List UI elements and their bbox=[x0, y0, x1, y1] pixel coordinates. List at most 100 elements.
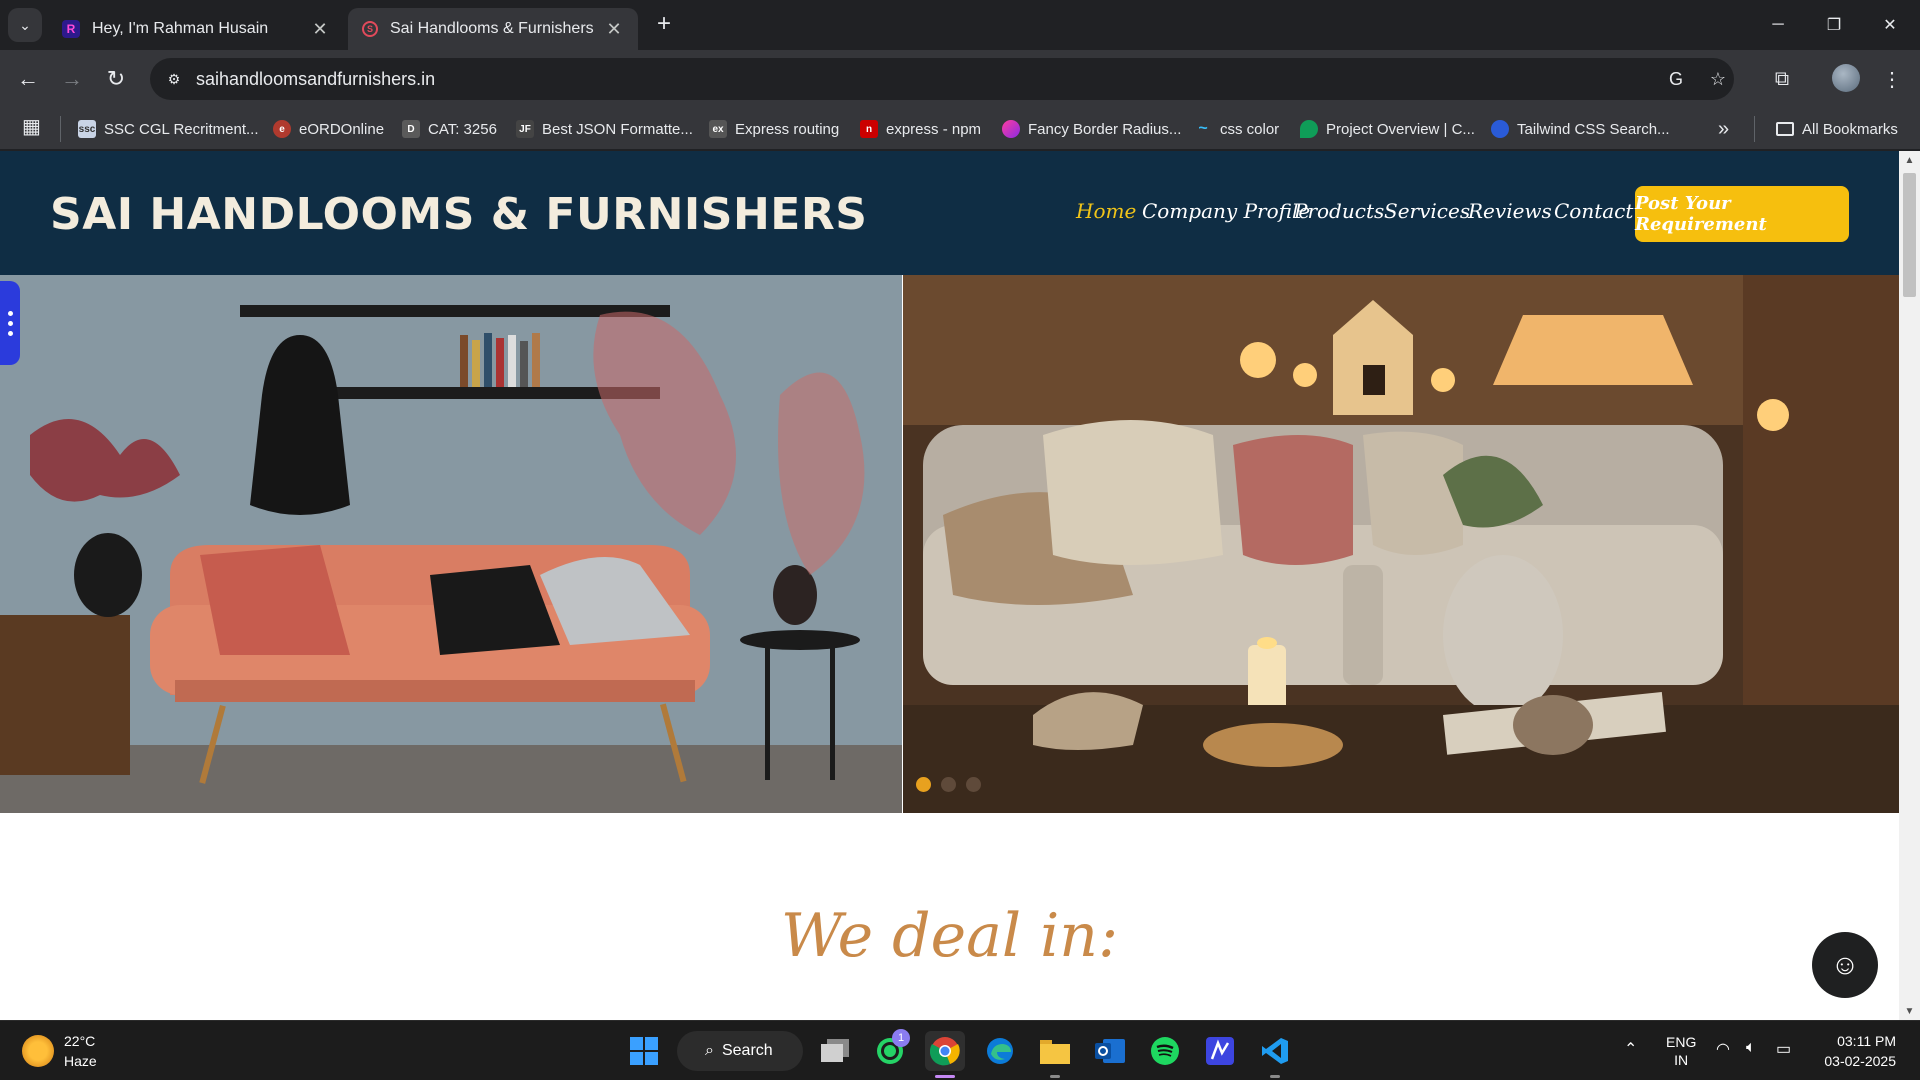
url-text[interactable]: saihandloomsandfurnishers.in bbox=[196, 69, 435, 90]
apps-grid-icon[interactable]: ▦ bbox=[22, 114, 41, 139]
tab-close-icon[interactable]: ✕ bbox=[604, 19, 624, 40]
tab-strip: ⌄ R Hey, I'm Rahman Husain ✕ S Sai Handl… bbox=[0, 0, 1920, 50]
clock-time: 03:11 PM bbox=[1837, 1033, 1896, 1049]
carousel-indicators bbox=[916, 777, 981, 792]
explorer-running-indicator bbox=[1050, 1075, 1060, 1078]
taskbar-search-label: Search bbox=[721, 1042, 773, 1059]
vscode-icon[interactable] bbox=[1255, 1031, 1295, 1071]
chrome-running-indicator bbox=[935, 1075, 955, 1078]
outlook-icon[interactable] bbox=[1090, 1031, 1130, 1071]
bookmark-label: express - npm bbox=[886, 120, 982, 138]
tab-sai-handlooms[interactable]: S Sai Handlooms & Furnishers ✕ bbox=[348, 8, 638, 50]
bookmark-express-npm[interactable]: n express - npm bbox=[860, 117, 981, 141]
vscode-running-indicator bbox=[1270, 1075, 1280, 1078]
weather-desc: Haze bbox=[64, 1053, 97, 1069]
hero-carousel[interactable] bbox=[0, 275, 1899, 813]
bookmark-project-overview[interactable]: Project Overview | C... bbox=[1300, 117, 1475, 141]
carousel-dot-2[interactable] bbox=[941, 777, 956, 792]
tab-rahman-husain[interactable]: R Hey, I'm Rahman Husain ✕ bbox=[48, 8, 344, 50]
spotify-icon[interactable] bbox=[1145, 1031, 1185, 1071]
bookmark-label: CAT: 3256 bbox=[428, 120, 497, 138]
all-bookmarks[interactable]: All Bookmarks bbox=[1776, 117, 1898, 141]
bookmark-label: Fancy Border Radius... bbox=[1028, 120, 1182, 138]
carousel-dot-3[interactable] bbox=[966, 777, 981, 792]
edge-icon[interactable] bbox=[980, 1031, 1020, 1071]
nav-products[interactable]: Products bbox=[1294, 199, 1384, 223]
chatbot-icon[interactable]: ☺ bbox=[1812, 932, 1878, 998]
site-info-icon[interactable]: ⚙ bbox=[164, 69, 184, 89]
language-indicator[interactable]: ENG IN bbox=[1666, 1033, 1696, 1069]
nav-reviews[interactable]: Reviews bbox=[1468, 199, 1552, 223]
new-tab-button[interactable]: + bbox=[650, 10, 678, 38]
chrome-icon[interactable] bbox=[925, 1031, 965, 1071]
tab-close-icon[interactable]: ✕ bbox=[310, 19, 330, 40]
bookmark-label: Best JSON Formatte... bbox=[542, 120, 693, 138]
windows-start-icon[interactable] bbox=[624, 1031, 664, 1071]
scroll-up-icon[interactable]: ▲ bbox=[1899, 153, 1920, 169]
volume-icon[interactable]: 🔈︎ bbox=[1746, 1039, 1756, 1057]
bookmark-tailwind-search[interactable]: Tailwind CSS Search... bbox=[1491, 117, 1670, 141]
restore-icon[interactable]: ❐ bbox=[1806, 0, 1862, 50]
bookmark-cat[interactable]: D CAT: 3256 bbox=[402, 117, 497, 141]
bookmark-favicon: ~ bbox=[1198, 120, 1208, 137]
bookmark-star-icon[interactable]: ☆ bbox=[1706, 67, 1730, 91]
scroll-down-icon[interactable]: ▼ bbox=[1899, 1004, 1920, 1020]
bookmark-favicon: e bbox=[273, 120, 291, 138]
weather-icon[interactable] bbox=[22, 1035, 54, 1067]
forward-icon[interactable]: → bbox=[56, 63, 88, 95]
nav-contact[interactable]: Contact bbox=[1554, 199, 1633, 223]
weather-widget[interactable]: 22°C Haze bbox=[64, 1031, 97, 1071]
profile-avatar[interactable] bbox=[1832, 64, 1860, 92]
site-header: SAI HANDLOOMS & FURNISHERS Home Company … bbox=[0, 151, 1899, 275]
side-panel-handle[interactable] bbox=[0, 281, 20, 365]
file-explorer-icon[interactable] bbox=[1035, 1031, 1075, 1071]
carousel-dot-1[interactable] bbox=[916, 777, 931, 792]
minimize-icon[interactable]: ─ bbox=[1750, 0, 1806, 50]
system-clock[interactable]: 03:11 PM 03-02-2025 bbox=[1814, 1031, 1896, 1071]
browser-toolbar: ← → ↻ ⚙ saihandloomsandfurnishers.in G ☆… bbox=[0, 50, 1920, 108]
taskbar-search[interactable]: ⌕ Search bbox=[677, 1031, 803, 1071]
bookmark-css-color[interactable]: ~ css color bbox=[1194, 117, 1279, 141]
scrollbar-thumb[interactable] bbox=[1903, 173, 1916, 297]
nav-company-profile[interactable]: Company Profile bbox=[1142, 199, 1310, 223]
site-brand[interactable]: SAI HANDLOOMS & FURNISHERS bbox=[50, 189, 867, 240]
bookmark-label: Project Overview | C... bbox=[1326, 120, 1475, 138]
bookmark-favicon: n bbox=[860, 120, 878, 138]
bookmark-label: css color bbox=[1220, 120, 1280, 138]
battery-icon[interactable]: ▭ bbox=[1776, 1039, 1791, 1059]
bookmark-eordonline[interactable]: e eORDOnline bbox=[273, 117, 384, 141]
folder-icon bbox=[1776, 122, 1794, 136]
bookmarks-bar: ssc SSC CGL Recritment... e eORDOnline D… bbox=[0, 108, 1920, 150]
reload-icon[interactable]: ↻ bbox=[100, 63, 132, 95]
all-bookmarks-label: All Bookmarks bbox=[1802, 120, 1898, 138]
search-icon: ⌕ bbox=[705, 1042, 714, 1059]
post-requirement-button[interactable]: Post Your Requirement bbox=[1635, 186, 1849, 242]
section-title: We deal in: bbox=[780, 901, 1119, 971]
task-view-icon[interactable] bbox=[815, 1031, 855, 1071]
page-scrollbar[interactable]: ▲ ▼ bbox=[1899, 151, 1920, 1020]
tab-favicon: R bbox=[62, 20, 80, 38]
back-icon[interactable]: ← bbox=[12, 63, 44, 95]
close-window-icon[interactable]: ✕ bbox=[1862, 0, 1918, 50]
clock-date: 03-02-2025 bbox=[1824, 1053, 1896, 1069]
bookmark-ssc-cgl[interactable]: ssc SSC CGL Recritment... bbox=[78, 117, 258, 141]
extensions-icon[interactable]: ⧉ bbox=[1766, 63, 1798, 95]
wifi-icon[interactable]: ◠ bbox=[1716, 1039, 1730, 1059]
virtualbox-ui-icon[interactable] bbox=[1200, 1031, 1240, 1071]
address-bar[interactable]: ⚙ saihandloomsandfurnishers.in bbox=[150, 58, 1734, 100]
bookmark-json-formatter[interactable]: JF Best JSON Formatte... bbox=[516, 117, 693, 141]
bookmark-express-routing[interactable]: ex Express routing bbox=[709, 117, 839, 141]
hero-image-cozy-lounge bbox=[903, 275, 1899, 813]
tab-search-button[interactable]: ⌄ bbox=[8, 8, 42, 42]
show-hidden-icons-icon[interactable]: ⌃ bbox=[1624, 1039, 1637, 1059]
bookmarks-divider bbox=[1754, 116, 1755, 142]
cozy-lounge-illustration bbox=[903, 275, 1899, 813]
bookmark-fancy-border-radius[interactable]: Fancy Border Radius... bbox=[1002, 117, 1181, 141]
tab-favicon: S bbox=[362, 21, 378, 37]
nav-home[interactable]: Home bbox=[1076, 199, 1136, 223]
more-bookmarks-icon[interactable]: » bbox=[1718, 117, 1729, 141]
menu-icon[interactable]: ⋮ bbox=[1876, 63, 1908, 95]
nav-services[interactable]: Services bbox=[1384, 199, 1470, 223]
bookmark-favicon: ex bbox=[709, 120, 727, 138]
translate-icon[interactable]: G bbox=[1664, 67, 1688, 91]
